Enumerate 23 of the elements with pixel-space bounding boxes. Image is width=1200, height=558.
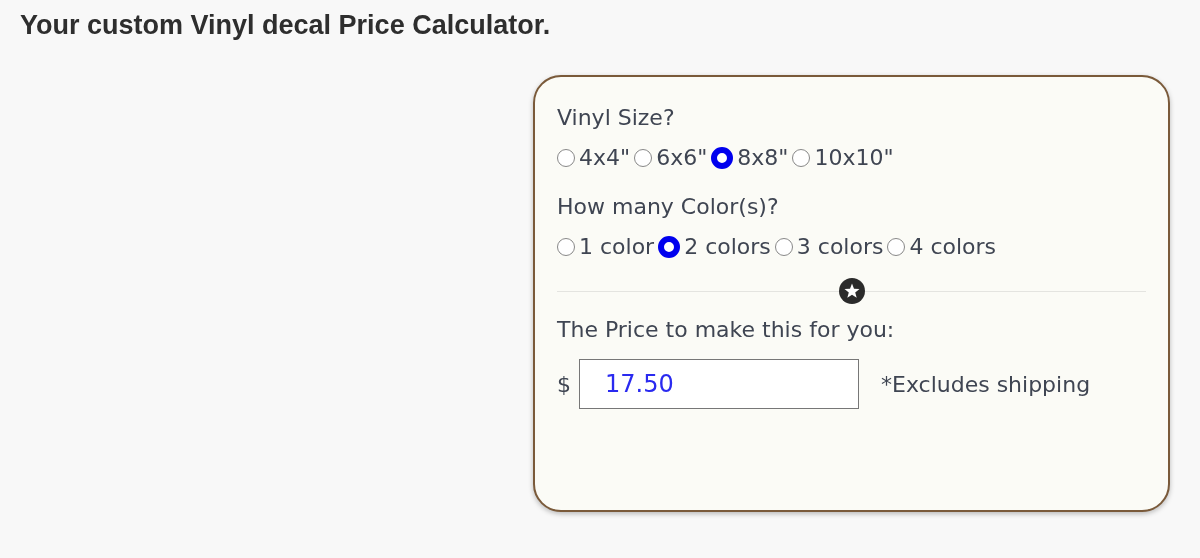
question-label: Vinyl Size? — [557, 104, 675, 132]
radio-button[interactable] — [557, 148, 575, 167]
radio-button[interactable] — [711, 146, 734, 169]
price-field[interactable]: 17.50 — [579, 359, 859, 409]
shipping-note: *Excludes shipping — [881, 371, 1091, 397]
option-label[interactable]: 10x10" — [814, 145, 894, 170]
radio-button[interactable] — [557, 237, 575, 256]
option-label[interactable]: 4x4" — [579, 145, 631, 170]
option-label[interactable]: 2 colors — [684, 234, 771, 259]
radio-button[interactable] — [634, 148, 653, 167]
radio-button[interactable] — [792, 148, 811, 167]
radio-button[interactable] — [658, 235, 681, 258]
currency-symbol: $ — [557, 371, 571, 397]
option-label[interactable]: 6x6" — [656, 145, 708, 170]
option-label[interactable]: 3 colors — [796, 234, 884, 259]
option-label[interactable]: 1 color — [579, 234, 655, 259]
option-label[interactable]: 8x8" — [737, 145, 789, 170]
page-heading: Your custom Vinyl decal Price Calculator. — [20, 10, 551, 41]
question-label: How many Color(s)? — [557, 193, 779, 221]
option-label[interactable]: 4 colors — [909, 234, 997, 259]
price-label: The Price to make this for you: — [557, 316, 895, 344]
radio-button[interactable] — [774, 237, 793, 256]
radio-button[interactable] — [887, 237, 906, 256]
